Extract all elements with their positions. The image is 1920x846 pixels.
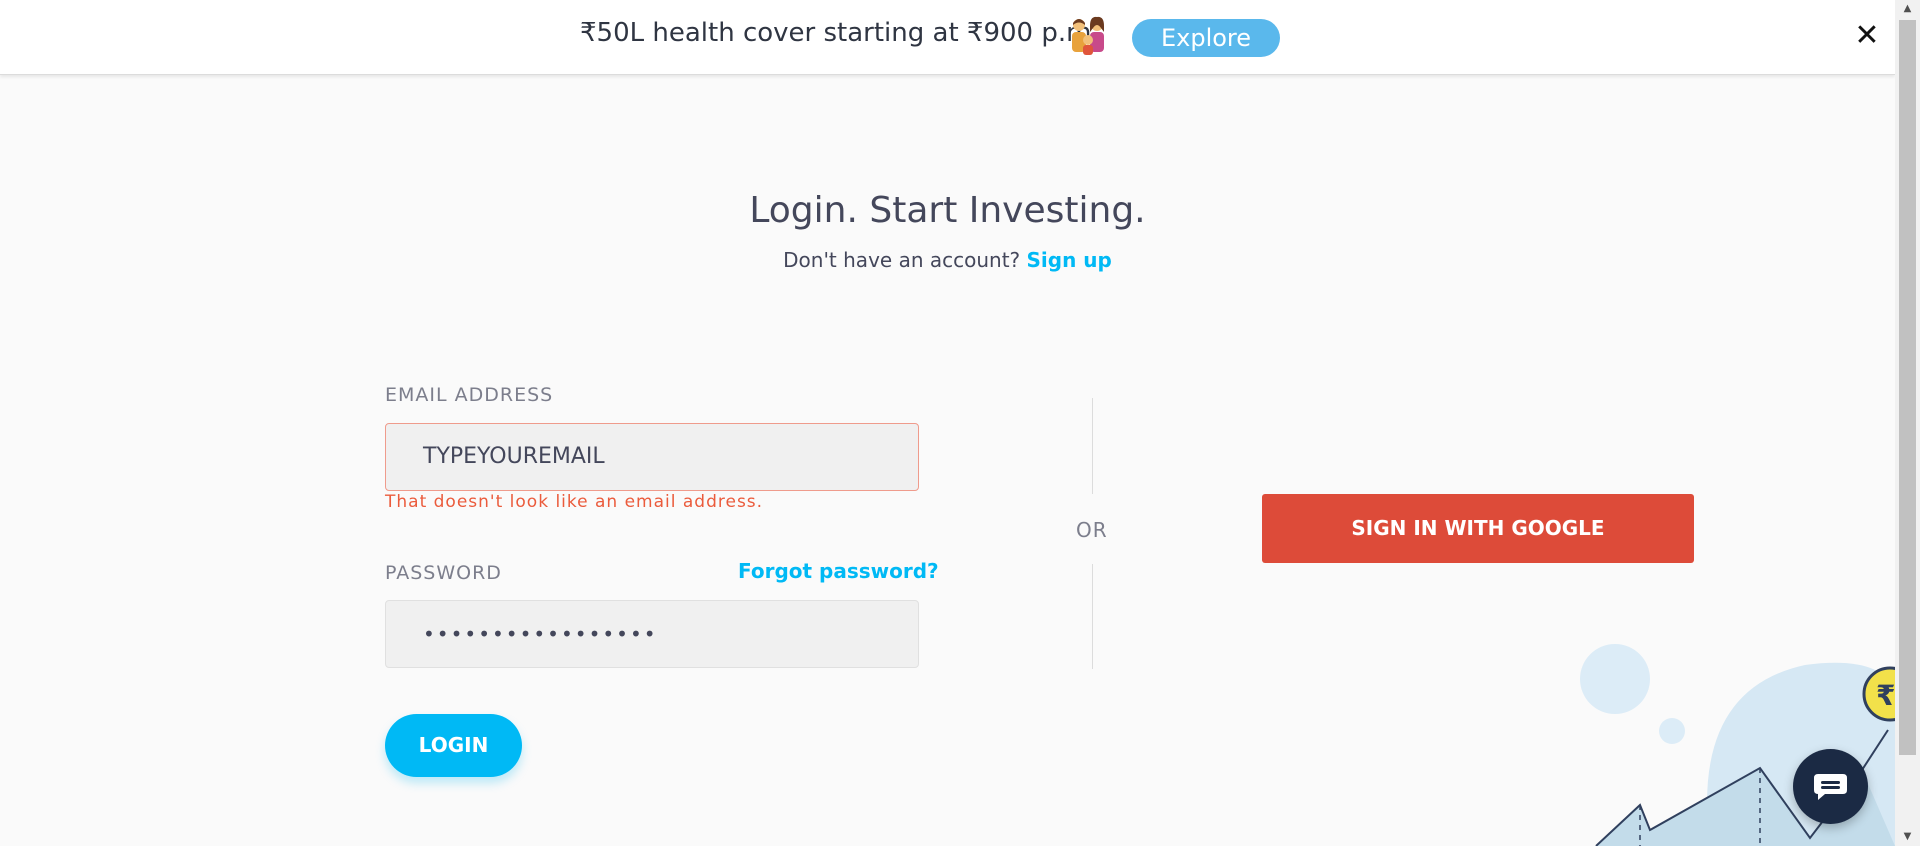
explore-button[interactable]: Explore (1132, 19, 1280, 57)
forgot-password-link[interactable]: Forgot password? (738, 559, 939, 583)
chat-support-button[interactable] (1793, 749, 1868, 824)
divider-line-top (1092, 398, 1093, 494)
signup-link[interactable]: Sign up (1027, 248, 1112, 272)
banner-text: ₹50L health cover starting at ₹900 p.m (580, 18, 1092, 48)
svg-text:₹: ₹ (1876, 679, 1895, 712)
scroll-thumb[interactable] (1899, 20, 1916, 755)
password-field[interactable]: ••••••••••••••••• (385, 600, 919, 668)
signup-prompt: Don't have an account? Sign up (0, 248, 1895, 272)
bubble-large (1580, 644, 1650, 714)
scroll-up-arrow-icon[interactable]: ▲ (1895, 0, 1920, 18)
email-label: EMAIL ADDRESS (385, 384, 554, 406)
google-signin-button[interactable]: SIGN IN WITH GOOGLE (1262, 494, 1694, 563)
family-emoji-icon (1072, 16, 1104, 55)
vertical-scrollbar[interactable]: ▲ ▼ (1895, 0, 1920, 846)
email-field[interactable]: TYPEYOUREMAIL (385, 423, 919, 491)
bubble-small (1659, 718, 1685, 744)
page-title: Login. Start Investing. (749, 190, 1146, 231)
or-divider-label: OR (1076, 518, 1108, 542)
promo-banner: ₹50L health cover starting at ₹900 p.m E… (0, 0, 1895, 75)
close-icon[interactable]: ✕ (1852, 20, 1882, 52)
login-button[interactable]: LOGIN (385, 714, 522, 777)
email-error-message: That doesn't look like an email address. (385, 492, 764, 512)
scroll-down-arrow-icon[interactable]: ▼ (1895, 828, 1920, 846)
no-account-text: Don't have an account? (783, 248, 1021, 272)
password-label: PASSWORD (385, 562, 502, 584)
chat-bubble-icon (1814, 774, 1847, 800)
divider-line-bottom (1092, 564, 1093, 669)
